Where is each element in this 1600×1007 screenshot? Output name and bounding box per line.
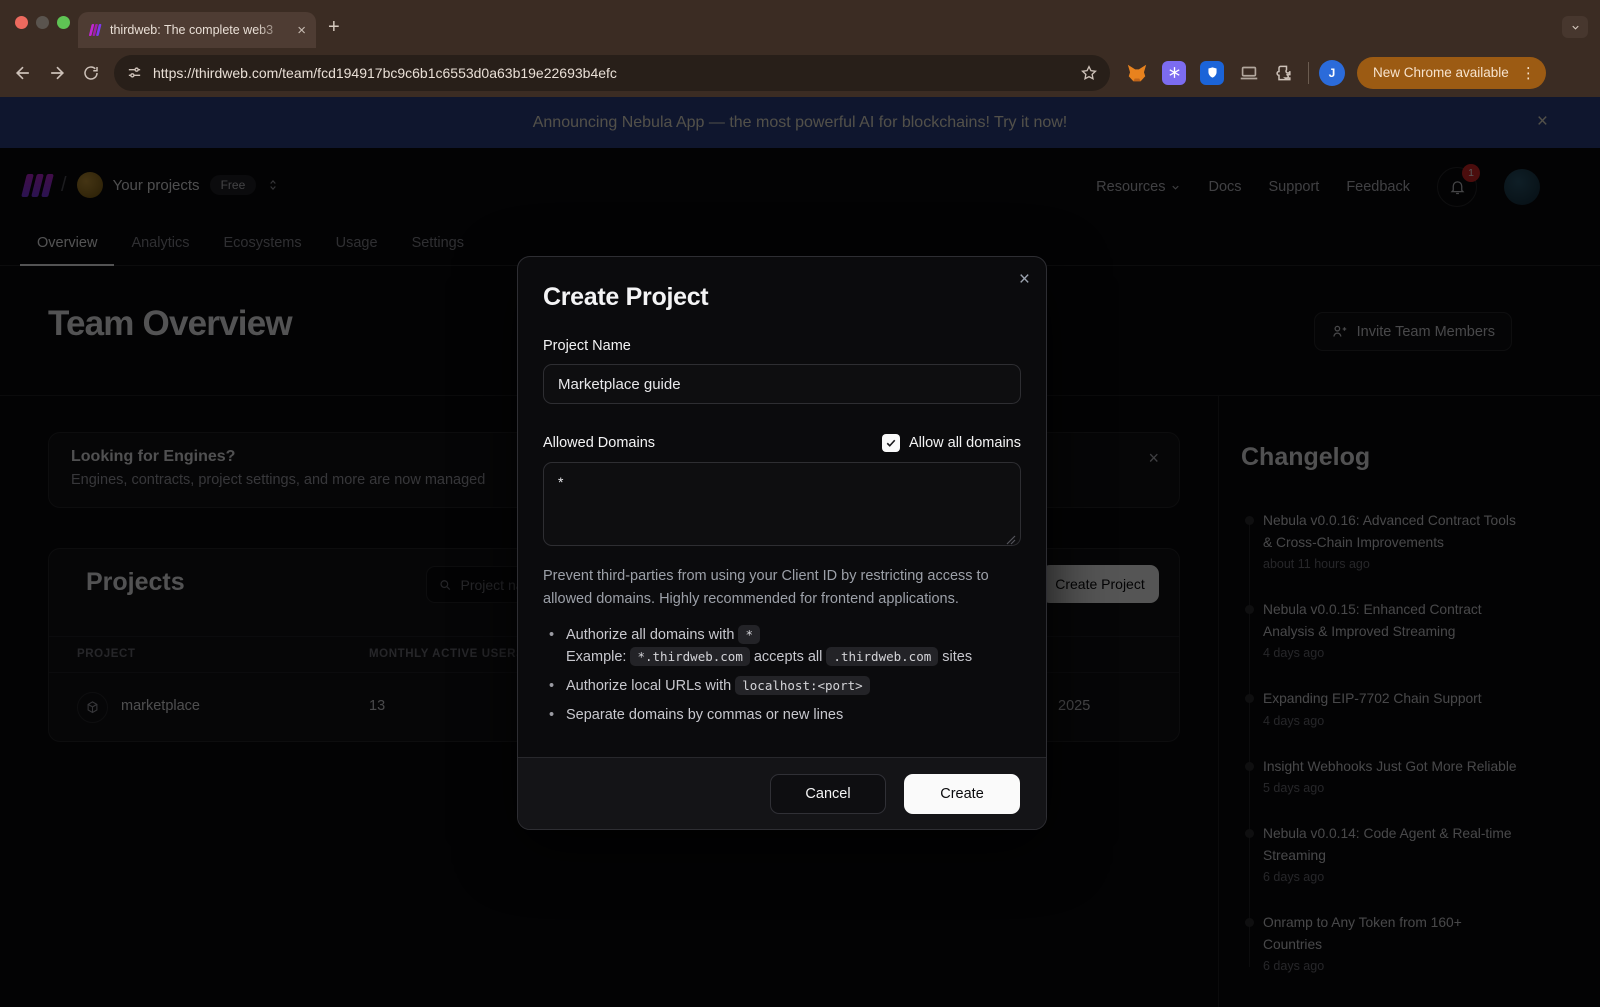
domain-hint: Example: *.thirdweb.com accepts all .thi… (543, 646, 1021, 668)
close-window-button[interactable] (15, 16, 28, 29)
resize-grip-icon[interactable] (1006, 535, 1016, 545)
modal-title: Create Project (543, 283, 1021, 312)
tab-close-icon[interactable]: × (297, 22, 306, 39)
allowed-domains-label: Allowed Domains (543, 435, 655, 451)
laptop-extension-icon[interactable] (1238, 62, 1260, 84)
code-chip: .thirdweb.com (826, 647, 938, 666)
toolbar-divider (1308, 62, 1309, 84)
chevron-down-icon (1570, 22, 1581, 33)
create-project-modal: × Create Project Project Name Allowed Do… (517, 256, 1047, 830)
allow-all-domains-label: Allow all domains (909, 435, 1021, 451)
project-name-input[interactable] (543, 364, 1021, 404)
purple-extension-icon[interactable] (1162, 61, 1186, 85)
tab-search-button[interactable] (1562, 16, 1588, 38)
metamask-extension-icon[interactable] (1126, 62, 1148, 84)
browser-tab[interactable]: thirdweb: The complete web3 × (78, 12, 316, 48)
domain-hint: Separate domains by commas or new lines (543, 704, 1021, 726)
url-bar[interactable]: https://thirdweb.com/team/fcd194917bc9c6… (114, 55, 1110, 91)
project-name-label: Project Name (543, 338, 1021, 354)
browser-toolbar: https://thirdweb.com/team/fcd194917bc9c6… (0, 48, 1600, 97)
checkbox-checked-icon[interactable] (882, 434, 900, 452)
domains-helper-text: Prevent third-parties from using your Cl… (543, 565, 1021, 611)
code-chip: *.thirdweb.com (630, 647, 749, 666)
cancel-button[interactable]: Cancel (770, 774, 886, 814)
reload-icon (82, 64, 100, 82)
new-tab-button[interactable]: + (328, 17, 340, 37)
chrome-update-button[interactable]: New Chrome available (1357, 57, 1519, 89)
code-chip: * (738, 625, 760, 644)
forward-arrow-icon (47, 63, 67, 83)
back-arrow-icon (13, 63, 33, 83)
minimize-window-button[interactable] (36, 16, 49, 29)
modal-footer: Cancel Create (518, 757, 1046, 829)
macos-titlebar: thirdweb: The complete web3 × + (0, 0, 1600, 48)
allowed-domains-textarea[interactable] (543, 462, 1021, 546)
traffic-lights (15, 16, 70, 29)
code-chip: localhost:<port> (735, 676, 869, 695)
tab-title: thirdweb: The complete web3 (110, 23, 291, 37)
page-content: Announcing Nebula App — the most powerfu… (0, 97, 1600, 1007)
domains-hints-list: Authorize all domains with *Example: *.t… (543, 624, 1021, 726)
site-settings-icon[interactable] (126, 64, 143, 81)
domain-hint: Authorize all domains with * (543, 624, 1021, 646)
allow-all-domains-toggle[interactable]: Allow all domains (882, 434, 1021, 452)
create-button[interactable]: Create (904, 774, 1020, 814)
extensions-puzzle-icon[interactable] (1274, 63, 1294, 83)
domain-hint: Authorize local URLs with localhost:<por… (543, 675, 1021, 697)
back-button[interactable] (6, 56, 40, 90)
bookmark-star-icon[interactable] (1080, 64, 1098, 82)
chrome-profile-avatar[interactable]: J (1319, 60, 1345, 86)
modal-close-icon[interactable]: × (1019, 269, 1030, 291)
thirdweb-favicon-icon (88, 23, 102, 37)
reload-button[interactable] (74, 56, 108, 90)
zoom-window-button[interactable] (57, 16, 70, 29)
extensions-area (1126, 61, 1294, 85)
forward-button[interactable] (40, 56, 74, 90)
url-text[interactable]: https://thirdweb.com/team/fcd194917bc9c6… (153, 65, 1080, 81)
chrome-menu-icon[interactable]: ⋮ (1519, 57, 1546, 89)
bitwarden-shield-icon[interactable] (1200, 61, 1224, 85)
